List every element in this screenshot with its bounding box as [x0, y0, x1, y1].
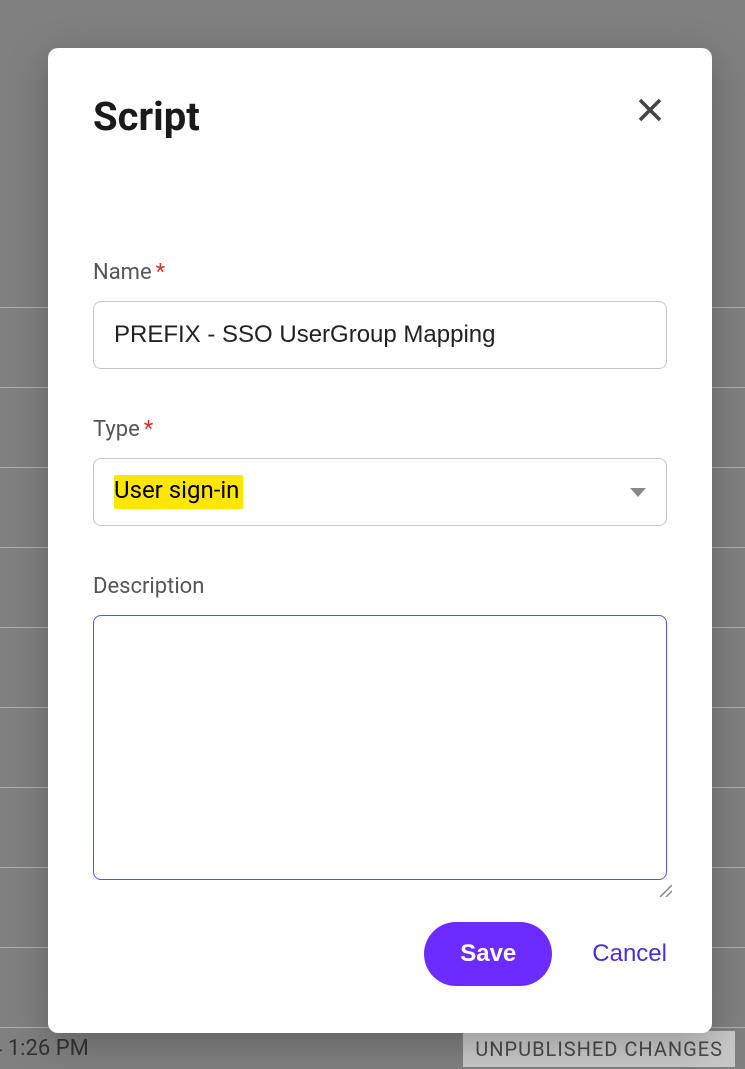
background-footer: 4 1:26 PM UNPUBLISHED CHANGES [0, 1028, 745, 1069]
description-textarea[interactable] [93, 615, 667, 880]
type-label-text: Type [93, 417, 140, 442]
resize-handle-icon [658, 883, 672, 897]
name-label: Name* [93, 260, 667, 285]
description-label: Description [93, 574, 667, 599]
name-label-text: Name [93, 260, 152, 285]
unpublished-changes-badge: UNPUBLISHED CHANGES [463, 1031, 735, 1067]
name-input[interactable] [93, 301, 667, 369]
required-marker: * [156, 260, 165, 285]
type-select[interactable]: User sign-in [93, 458, 667, 526]
save-button[interactable]: Save [424, 922, 552, 986]
modal-title: Script [93, 93, 200, 140]
cancel-button[interactable]: Cancel [592, 930, 667, 978]
script-modal: Script Name* Type* User sign-in Descript… [48, 48, 712, 1033]
chevron-down-icon [630, 488, 646, 497]
required-marker: * [144, 417, 153, 442]
name-field-group: Name* [93, 260, 667, 369]
description-field-group: Description [93, 574, 667, 884]
close-icon [637, 97, 663, 130]
type-select-value: User sign-in [114, 475, 243, 508]
modal-actions: Save Cancel [93, 922, 667, 986]
close-button[interactable] [633, 93, 667, 133]
footer-time: 4 1:26 PM [0, 1036, 89, 1061]
modal-header: Script [93, 93, 667, 140]
type-field-group: Type* User sign-in [93, 417, 667, 526]
type-label: Type* [93, 417, 667, 442]
